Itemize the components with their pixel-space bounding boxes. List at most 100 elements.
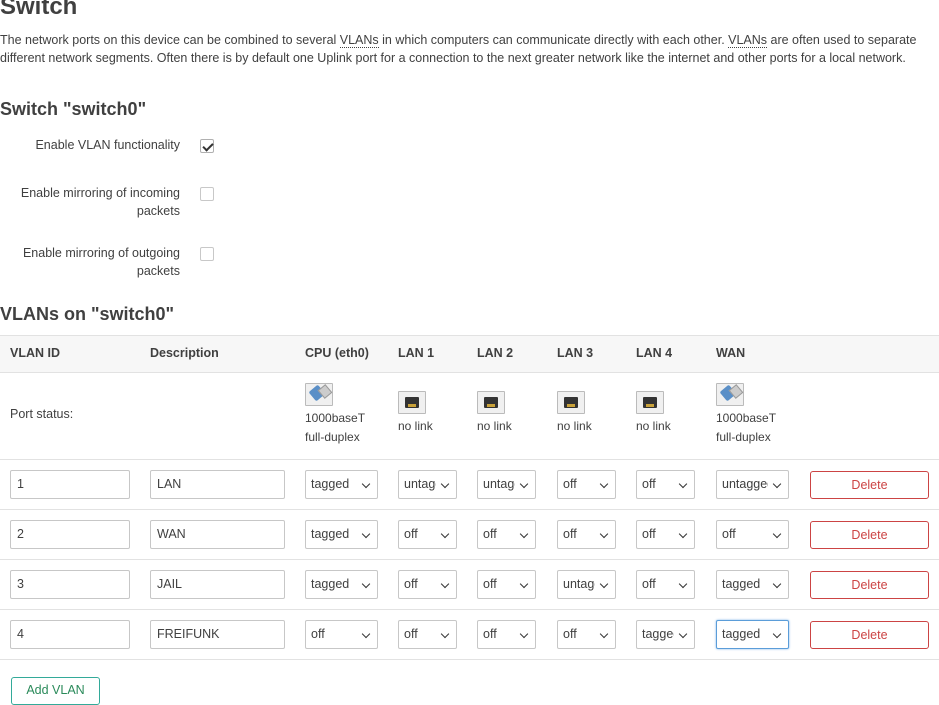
vlan-description-input[interactable]: WAN — [150, 520, 285, 549]
port-status-lan4: no link — [636, 383, 671, 436]
table-header: VLAN ID Description CPU (eth0) LAN 1 LAN… — [0, 335, 939, 373]
chevron-down-icon — [361, 529, 371, 539]
chevron-down-icon — [678, 529, 688, 539]
port-select-wan[interactable]: off — [716, 520, 789, 549]
chevron-down-icon — [772, 529, 782, 539]
vlan-description-input[interactable]: LAN — [150, 470, 285, 499]
port-select-lan2[interactable]: off — [477, 520, 536, 549]
chevron-down-icon — [772, 629, 782, 639]
port-select-cpu[interactable]: tagged — [305, 470, 378, 499]
enable-vlan-checkbox[interactable] — [200, 139, 214, 153]
chevron-down-icon — [678, 629, 688, 639]
chevron-down-icon — [599, 479, 609, 489]
col-description: Description — [150, 346, 219, 360]
chevron-down-icon — [599, 629, 609, 639]
vlan-id-input[interactable]: 3 — [10, 570, 130, 599]
port-select-lan1[interactable]: off — [398, 570, 457, 599]
vlan-description-input[interactable]: FREIFUNK — [150, 620, 285, 649]
port-select-lan3[interactable]: off — [557, 470, 616, 499]
port-select-lan3[interactable]: off — [557, 520, 616, 549]
page-title: Switch — [0, 0, 78, 20]
intro-text: The network ports on this device can be … — [0, 33, 917, 65]
chevron-down-icon — [678, 579, 688, 589]
table-row: 3 JAIL tagged off off untagged off tagge… — [0, 560, 939, 610]
chevron-down-icon — [678, 479, 688, 489]
port-select-lan3[interactable]: untagged — [557, 570, 616, 599]
vlan-id-input[interactable]: 4 — [10, 620, 130, 649]
vlan-abbr: VLANs — [339, 33, 379, 48]
chevron-down-icon — [440, 479, 450, 489]
port-select-lan2[interactable]: off — [477, 620, 536, 649]
port-select-cpu[interactable]: tagged — [305, 520, 378, 549]
ethernet-link-icon — [716, 383, 744, 406]
port-select-lan3[interactable]: off — [557, 620, 616, 649]
mirror-outgoing-checkbox[interactable] — [200, 247, 214, 261]
port-select-wan[interactable]: tagged — [716, 620, 789, 649]
port-select-lan4[interactable]: off — [636, 570, 695, 599]
col-lan3: LAN 3 — [557, 346, 594, 360]
col-vlan-id: VLAN ID — [10, 346, 60, 360]
delete-vlan-button[interactable]: Delete — [810, 521, 929, 549]
table-row: 4 FREIFUNK off off off off tagged tagged… — [0, 610, 939, 660]
port-select-lan4[interactable]: off — [636, 520, 695, 549]
mirror-incoming-checkbox[interactable] — [200, 187, 214, 201]
delete-vlan-button[interactable]: Delete — [810, 471, 929, 499]
chevron-down-icon — [361, 579, 371, 589]
chevron-down-icon — [361, 629, 371, 639]
chevron-down-icon — [519, 579, 529, 589]
vlan-abbr: VLANs — [728, 33, 768, 48]
vlan-id-input[interactable]: 1 — [10, 470, 130, 499]
port-select-cpu[interactable]: off — [305, 620, 378, 649]
ethernet-nolink-icon — [636, 391, 664, 414]
port-status-lan1: no link — [398, 383, 433, 436]
port-status-label: Port status: — [10, 407, 74, 421]
port-status-wan: 1000baseT full-duplex — [716, 383, 776, 447]
port-select-lan2[interactable]: off — [477, 570, 536, 599]
port-select-lan4[interactable]: off — [636, 470, 695, 499]
port-select-wan[interactable]: untagged — [716, 470, 789, 499]
port-status-lan2: no link — [477, 383, 512, 436]
ethernet-link-icon — [305, 383, 333, 406]
chevron-down-icon — [440, 529, 450, 539]
port-select-lan1[interactable]: off — [398, 620, 457, 649]
port-select-lan2[interactable]: untagged — [477, 470, 536, 499]
chevron-down-icon — [599, 529, 609, 539]
vlan-description-input[interactable]: JAIL — [150, 570, 285, 599]
vlans-heading: VLANs on "switch0" — [0, 304, 175, 324]
chevron-down-icon — [519, 479, 529, 489]
chevron-down-icon — [599, 579, 609, 589]
table-row: 2 WAN tagged off off off off off Delete — [0, 510, 939, 560]
col-lan4: LAN 4 — [636, 346, 673, 360]
delete-vlan-button[interactable]: Delete — [810, 571, 929, 599]
port-status-lan3: no link — [557, 383, 592, 436]
switch-heading: Switch "switch0" — [0, 99, 147, 119]
chevron-down-icon — [361, 479, 371, 489]
ethernet-nolink-icon — [398, 391, 426, 414]
delete-vlan-button[interactable]: Delete — [810, 621, 929, 649]
ethernet-nolink-icon — [557, 391, 585, 414]
chevron-down-icon — [440, 579, 450, 589]
port-status-row: Port status: 1000baseT full-duplex no li… — [0, 373, 939, 460]
add-vlan-button[interactable]: Add VLAN — [11, 677, 100, 705]
chevron-down-icon — [440, 629, 450, 639]
mirror-incoming-label: Enable mirroring of incoming packets — [20, 186, 180, 218]
port-select-lan4[interactable]: tagged — [636, 620, 695, 649]
col-lan1: LAN 1 — [398, 346, 435, 360]
col-lan2: LAN 2 — [477, 346, 514, 360]
table-row: 1 LAN tagged untagged untagged off off u… — [0, 460, 939, 510]
vlan-id-input[interactable]: 2 — [10, 520, 130, 549]
mirror-outgoing-label: Enable mirroring of outgoing packets — [22, 246, 180, 278]
port-status-cpu: 1000baseT full-duplex — [305, 383, 365, 447]
chevron-down-icon — [519, 629, 529, 639]
col-wan: WAN — [716, 346, 746, 360]
chevron-down-icon — [772, 579, 782, 589]
port-select-lan1[interactable]: off — [398, 520, 457, 549]
enable-vlan-label: Enable VLAN functionality — [35, 138, 180, 152]
col-cpu: CPU (eth0) — [305, 346, 369, 360]
port-select-wan[interactable]: tagged — [716, 570, 789, 599]
chevron-down-icon — [772, 479, 782, 489]
chevron-down-icon — [519, 529, 529, 539]
port-select-lan1[interactable]: untagged — [398, 470, 457, 499]
ethernet-nolink-icon — [477, 391, 505, 414]
port-select-cpu[interactable]: tagged — [305, 570, 378, 599]
